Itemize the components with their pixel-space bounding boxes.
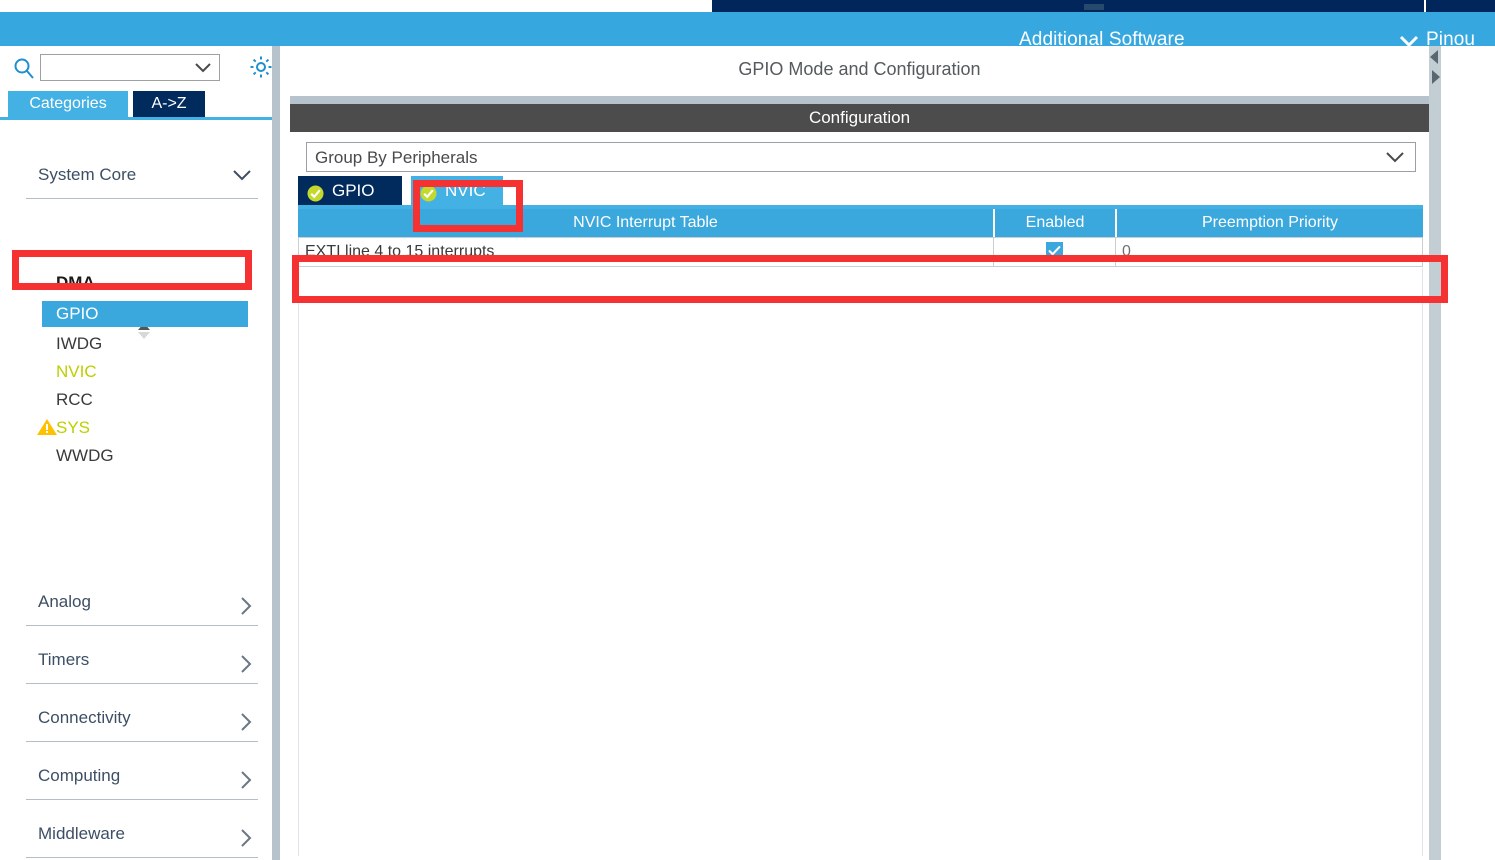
- right-splitter-arrows[interactable]: [1429, 48, 1441, 90]
- sidebar-group-analog-label: Analog: [38, 592, 91, 611]
- tab-gpio-label: GPIO: [332, 181, 375, 200]
- tab-gpio[interactable]: GPIO: [298, 176, 402, 205]
- sidebar-item-dma[interactable]: DMA: [56, 269, 95, 297]
- cell-preemption-priority[interactable]: 0: [1116, 238, 1422, 266]
- cell-enabled[interactable]: [994, 238, 1116, 266]
- chevron-right-icon[interactable]: [239, 596, 252, 621]
- sidebar: Categories A->Z System Core DMA GPIO IWD…: [0, 46, 280, 860]
- right-panel-splitter[interactable]: [1429, 46, 1441, 860]
- sidebar-tab-underline: [0, 117, 280, 120]
- sidebar-item-sys-label: SYS: [56, 418, 91, 437]
- group-by-select-value: Group By Peripherals: [315, 148, 478, 167]
- mode-title-bar: GPIO Mode and Configuration: [290, 50, 1429, 90]
- sidebar-item-sys[interactable]: SYS: [56, 414, 90, 442]
- search-icon[interactable]: [12, 56, 36, 85]
- sidebar-item-gpio[interactable]: GPIO: [42, 301, 248, 327]
- sidebar-item-iwdg-label: IWDG: [56, 334, 103, 353]
- column-header-enabled[interactable]: Enabled: [995, 209, 1117, 237]
- sidebar-group-system-core-label: System Core: [38, 165, 137, 184]
- group-by-select[interactable]: Group By Peripherals: [306, 142, 1416, 172]
- sidebar-item-iwdg[interactable]: IWDG: [56, 330, 102, 358]
- sidebar-group-middleware[interactable]: Middleware: [26, 812, 258, 858]
- right-scrollbar-track[interactable]: [1441, 46, 1451, 860]
- mode-title-separator: [290, 96, 1429, 104]
- chevron-down-icon[interactable]: [1385, 151, 1405, 169]
- table-row[interactable]: EXTI line 4 to 15 interrupts 0: [298, 237, 1423, 267]
- chevron-down-icon[interactable]: [232, 169, 252, 187]
- sidebar-item-wwdg-label: WWDG: [56, 446, 114, 465]
- sidebar-item-rcc-label: RCC: [56, 390, 93, 409]
- sidebar-item-wwdg[interactable]: WWDG: [56, 442, 114, 470]
- search-combobox[interactable]: [40, 54, 220, 81]
- sidebar-group-connectivity[interactable]: Connectivity: [26, 696, 258, 742]
- tab-nvic-label: NVIC: [445, 181, 486, 200]
- sidebar-group-analog[interactable]: Analog: [26, 580, 258, 626]
- sidebar-group-computing[interactable]: Computing: [26, 754, 258, 800]
- chevron-down-icon[interactable]: [194, 61, 212, 79]
- top-navy-bar-notch: [1084, 4, 1104, 10]
- search-input[interactable]: [45, 57, 193, 78]
- sidebar-group-timers[interactable]: Timers: [26, 638, 258, 684]
- triangle-left-icon: [1430, 50, 1438, 64]
- warning-triangle-icon: [36, 417, 58, 442]
- gear-icon[interactable]: [248, 54, 274, 85]
- table-empty-area: [298, 268, 1423, 856]
- sidebar-category-list: System Core DMA GPIO IWDG NVIC RCC SYS W…: [0, 121, 272, 860]
- peripheral-tab-strip: GPIO NVIC: [298, 176, 1423, 206]
- sidebar-item-nvic[interactable]: NVIC: [56, 358, 97, 386]
- column-header-interrupt-table[interactable]: NVIC Interrupt Table: [298, 209, 995, 237]
- sidebar-tab-strip: Categories A->Z: [0, 91, 280, 118]
- sidebar-item-nvic-label: NVIC: [56, 362, 97, 381]
- sidebar-item-rcc[interactable]: RCC: [56, 386, 93, 414]
- sidebar-group-middleware-label: Middleware: [38, 824, 125, 843]
- chevron-right-icon[interactable]: [239, 828, 252, 853]
- sidebar-group-system-core[interactable]: System Core: [26, 153, 258, 199]
- top-navy-bar-right-segment: [1424, 0, 1495, 12]
- tab-a-to-z-label: A->Z: [151, 95, 187, 112]
- tab-a-to-z[interactable]: A->Z: [133, 91, 205, 117]
- stm32cubemx-window: Additional Software Pinou Categories A->…: [0, 0, 1495, 860]
- chevron-right-icon[interactable]: [239, 712, 252, 737]
- configuration-section-header: Configuration: [290, 104, 1429, 132]
- sidebar-group-connectivity-label: Connectivity: [38, 708, 131, 727]
- sidebar-group-computing-label: Computing: [38, 766, 121, 785]
- sidebar-group-timers-label: Timers: [38, 650, 90, 669]
- chevron-right-icon[interactable]: [239, 654, 252, 679]
- triangle-right-icon: [1432, 70, 1440, 84]
- top-blue-toolbar: Additional Software Pinou: [0, 12, 1495, 50]
- configuration-section-label: Configuration: [808, 108, 911, 127]
- table-header-row: NVIC Interrupt Table Enabled Preemption …: [298, 209, 1423, 237]
- page-title: GPIO Mode and Configuration: [738, 59, 981, 79]
- cell-interrupt-name: EXTI line 4 to 15 interrupts: [299, 238, 994, 266]
- sidebar-search-row: [0, 46, 280, 90]
- chevron-right-icon[interactable]: [239, 770, 252, 795]
- column-header-preemption-priority[interactable]: Preemption Priority: [1117, 209, 1423, 237]
- main-panel: GPIO Mode and Configuration Configuratio…: [284, 46, 1429, 860]
- checkbox-checked-icon[interactable]: [1046, 242, 1063, 259]
- sidebar-splitter-handle[interactable]: [272, 46, 280, 860]
- sidebar-item-gpio-label: GPIO: [56, 304, 99, 323]
- tab-categories-label: Categories: [29, 95, 107, 112]
- sidebar-item-dma-label: DMA: [56, 273, 95, 292]
- sidebar-splitter[interactable]: [272, 46, 280, 860]
- nvic-interrupt-table: NVIC Interrupt Table Enabled Preemption …: [298, 209, 1423, 269]
- tab-categories[interactable]: Categories: [8, 91, 128, 117]
- tab-nvic[interactable]: NVIC: [411, 176, 503, 205]
